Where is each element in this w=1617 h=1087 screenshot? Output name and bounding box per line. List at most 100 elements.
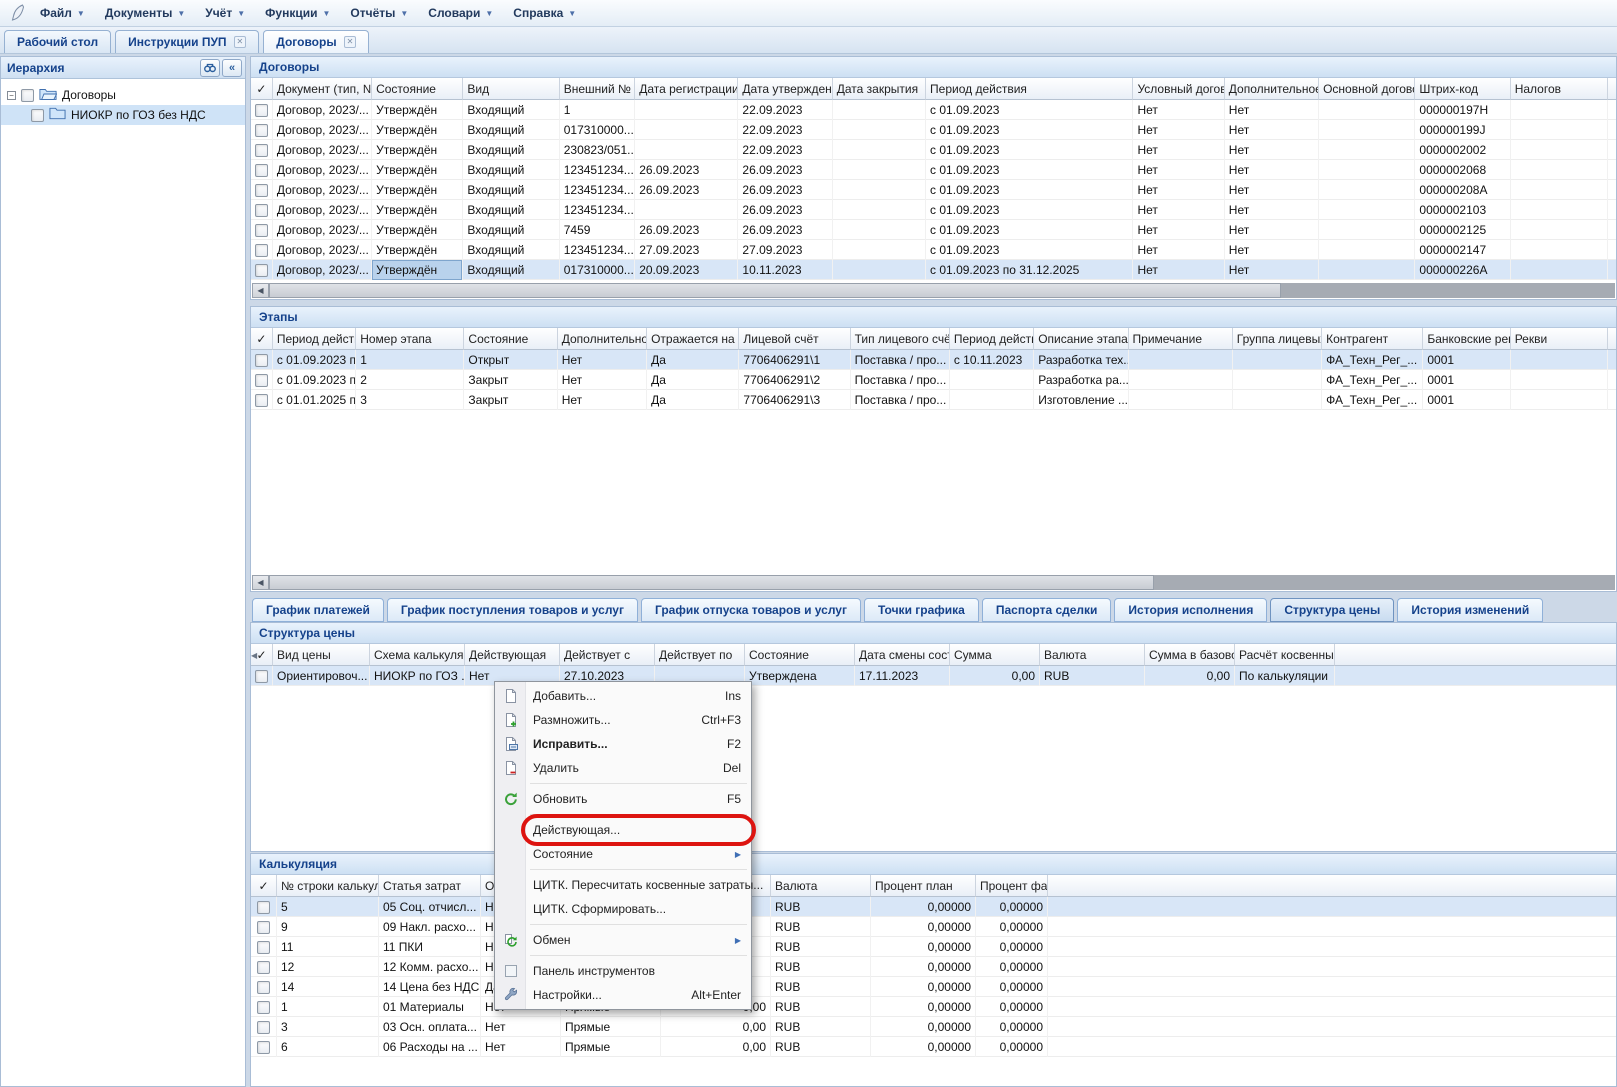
column-header[interactable]: Дата регистрации. bbox=[635, 78, 738, 100]
column-header[interactable]: Налогов bbox=[1511, 78, 1608, 100]
context-menu-item[interactable]: ОбновитьF5 bbox=[497, 787, 749, 811]
menubar-item[interactable]: Документы▼ bbox=[95, 3, 195, 23]
table-row[interactable]: с 01.01.2025 п...3ЗакрытНетДа7706406291\… bbox=[251, 390, 1616, 410]
table-row[interactable]: 909 Накл. расхо...НетRUB0,000000,00000 bbox=[251, 917, 1616, 937]
column-header[interactable]: Валюта bbox=[771, 875, 871, 897]
column-header[interactable]: Группа лицевых с bbox=[1233, 328, 1322, 350]
table-row[interactable]: 101 МатериалыНетПрямые0,00RUB0,000000,00… bbox=[251, 997, 1616, 1017]
column-header[interactable]: Банковские рекви bbox=[1423, 328, 1510, 350]
row-checkbox[interactable] bbox=[255, 224, 268, 237]
column-header[interactable]: Процент факт bbox=[976, 875, 1048, 897]
context-menu-item[interactable]: УдалитьDel bbox=[497, 756, 749, 780]
row-checkbox[interactable] bbox=[255, 184, 268, 197]
detail-tab[interactable]: График поступления товаров и услуг bbox=[387, 598, 638, 622]
context-menu-item[interactable]: Настройки...Alt+Enter bbox=[497, 983, 749, 1007]
tree-expander-icon[interactable]: − bbox=[7, 91, 16, 100]
context-menu-item[interactable]: Исправить...F2 bbox=[497, 732, 749, 756]
column-header[interactable]: Основной договор bbox=[1319, 78, 1415, 100]
detail-tab[interactable]: История исполнения bbox=[1114, 598, 1267, 622]
table-row[interactable]: 303 Осн. оплата...НетПрямые0,00RUB0,0000… bbox=[251, 1017, 1616, 1037]
column-header[interactable]: Состояние bbox=[372, 78, 463, 100]
column-header[interactable]: Период действия.. bbox=[273, 328, 356, 350]
row-checkbox[interactable] bbox=[255, 164, 268, 177]
tree-node-niokr[interactable]: НИОКР по ГОЗ без НДС bbox=[1, 105, 245, 125]
table-row[interactable]: 1212 Комм. расхо...НетRUB0,000000,00000 bbox=[251, 957, 1616, 977]
row-checkbox[interactable] bbox=[257, 961, 270, 974]
table-row[interactable]: Договор, 2023/...УтверждёнВходящий123451… bbox=[251, 160, 1616, 180]
column-header[interactable]: Отражается на су bbox=[647, 328, 739, 350]
context-menu-item[interactable]: Размножить...Ctrl+F3 bbox=[497, 708, 749, 732]
detail-tab[interactable]: График платежей bbox=[252, 598, 384, 622]
row-checkbox[interactable] bbox=[255, 670, 268, 683]
row-checkbox[interactable] bbox=[255, 354, 268, 367]
column-header[interactable]: Сумма bbox=[950, 644, 1040, 666]
menubar-item[interactable]: Отчёты▼ bbox=[340, 3, 418, 23]
table-row[interactable]: 606 Расходы на ...НетПрямые0,00RUB0,0000… bbox=[251, 1037, 1616, 1057]
table-row[interactable]: 1111 ПКИНетRUB0,000000,00000 bbox=[251, 937, 1616, 957]
column-header[interactable]: Номер этапа bbox=[356, 328, 464, 350]
window-tab[interactable]: Инструкции ПУП✕ bbox=[115, 30, 259, 53]
column-header[interactable]: Рекви bbox=[1511, 328, 1608, 350]
column-header[interactable]: Процент план bbox=[871, 875, 976, 897]
panel-collapse-arrow-icon[interactable]: ◀ bbox=[251, 651, 257, 660]
column-header[interactable]: ✓ bbox=[251, 328, 273, 350]
close-icon[interactable]: ✕ bbox=[234, 36, 247, 48]
column-header[interactable]: Действует с bbox=[560, 644, 655, 666]
column-header[interactable]: Штрих-код bbox=[1415, 78, 1510, 100]
row-checkbox[interactable] bbox=[257, 921, 270, 934]
row-checkbox[interactable] bbox=[255, 124, 268, 137]
table-row[interactable]: Договор, 2023/...УтверждёнВходящий017310… bbox=[251, 260, 1616, 280]
row-checkbox[interactable] bbox=[255, 394, 268, 407]
column-header[interactable]: ✓ bbox=[251, 78, 273, 100]
column-header[interactable]: Примечание bbox=[1129, 328, 1233, 350]
table-row[interactable]: Договор, 2023/...УтверждёнВходящий123451… bbox=[251, 240, 1616, 260]
contracts-hscrollbar[interactable]: ◀ bbox=[252, 283, 1615, 298]
column-header[interactable]: Статья затрат bbox=[379, 875, 481, 897]
column-header[interactable]: Расчёт косвенных bbox=[1235, 644, 1335, 666]
column-header[interactable]: Лицевой счёт bbox=[739, 328, 850, 350]
column-header[interactable]: Тип лицевого счёт bbox=[851, 328, 950, 350]
table-row[interactable]: 1414 Цена без НДСДаRUB0,000000,00000 bbox=[251, 977, 1616, 997]
column-header[interactable]: Дата утверждения bbox=[738, 78, 832, 100]
detail-tab[interactable]: История изменений bbox=[1397, 598, 1543, 622]
context-menu-item[interactable]: Действующая... bbox=[497, 818, 749, 842]
scroll-left-icon[interactable]: ◀ bbox=[252, 283, 269, 298]
detail-tab[interactable]: Точки графика bbox=[864, 598, 979, 622]
context-menu-item[interactable]: Состояние▶ bbox=[497, 842, 749, 866]
table-row[interactable]: 505 Соц. отчисл...НетRUB0,000000,00000 bbox=[251, 897, 1616, 917]
column-header[interactable]: Условный договор bbox=[1133, 78, 1224, 100]
menubar-item[interactable]: Учёт▼ bbox=[195, 3, 255, 23]
table-row[interactable]: Договор, 2023/...УтверждёнВходящий123451… bbox=[251, 180, 1616, 200]
column-header[interactable]: Дополнительное с bbox=[558, 328, 647, 350]
tree-node-dogovory[interactable]: − Договоры bbox=[1, 85, 245, 105]
row-checkbox[interactable] bbox=[255, 264, 268, 277]
row-checkbox[interactable] bbox=[257, 1041, 270, 1054]
close-icon[interactable]: ✕ bbox=[344, 36, 357, 48]
column-header[interactable]: ✓ bbox=[251, 875, 277, 897]
row-checkbox[interactable] bbox=[255, 104, 268, 117]
table-row[interactable]: с 01.09.2023 п...2ЗакрытНетДа7706406291\… bbox=[251, 370, 1616, 390]
column-header[interactable]: Сумма в базовой в bbox=[1145, 644, 1235, 666]
row-checkbox[interactable] bbox=[255, 144, 268, 157]
column-header[interactable]: Валюта bbox=[1040, 644, 1145, 666]
tree-checkbox[interactable] bbox=[21, 89, 34, 102]
column-header[interactable]: Дата закрытия bbox=[833, 78, 926, 100]
column-header[interactable]: Дата смены состоя bbox=[855, 644, 950, 666]
table-row[interactable]: Договор, 2023/...УтверждёнВходящий123451… bbox=[251, 200, 1616, 220]
column-header[interactable]: Состояние bbox=[745, 644, 855, 666]
column-header[interactable]: Внешний № bbox=[560, 78, 635, 100]
column-header[interactable]: Действует по bbox=[655, 644, 745, 666]
column-header[interactable]: Состояние bbox=[464, 328, 557, 350]
row-checkbox[interactable] bbox=[255, 374, 268, 387]
table-row[interactable]: Договор, 2023/...УтверждёнВходящий122.09… bbox=[251, 100, 1616, 120]
row-checkbox[interactable] bbox=[257, 941, 270, 954]
context-menu-item[interactable]: ЦИТК. Пересчитать косвенные затраты... bbox=[497, 873, 749, 897]
column-header[interactable]: Дополнительное с bbox=[1225, 78, 1319, 100]
context-menu-item[interactable]: Добавить...Ins bbox=[497, 684, 749, 708]
column-header[interactable]: Период действия bbox=[926, 78, 1133, 100]
context-menu-item[interactable]: ЦИТК. Сформировать... bbox=[497, 897, 749, 921]
detail-tab[interactable]: Паспорта сделки bbox=[982, 598, 1112, 622]
table-row[interactable]: с 01.09.2023 п...1ОткрытНетДа7706406291\… bbox=[251, 350, 1616, 370]
column-header[interactable]: Вид bbox=[463, 78, 559, 100]
menubar-item[interactable]: Функции▼ bbox=[255, 3, 340, 23]
